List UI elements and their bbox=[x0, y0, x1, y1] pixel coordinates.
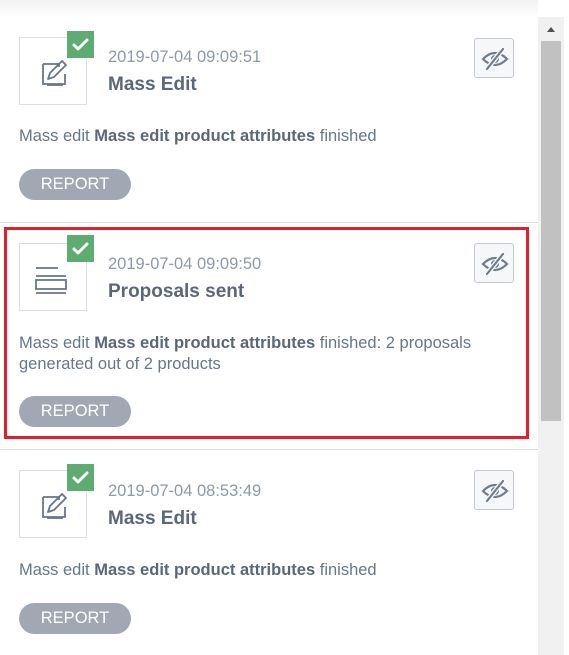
report-button[interactable]: REPORT bbox=[19, 603, 131, 634]
notification-item: 2019-07-04 09:09:50 Proposals sent Mass … bbox=[0, 222, 538, 449]
notification-timestamp: 2019-07-04 08:53:49 bbox=[108, 482, 262, 500]
notification-title: Mass Edit bbox=[108, 74, 197, 95]
notification-title: Mass Edit bbox=[108, 508, 197, 529]
notification-message: Mass edit Mass edit product attributes f… bbox=[19, 127, 377, 145]
mark-read-button[interactable] bbox=[474, 243, 514, 283]
scrollbar-thumb[interactable] bbox=[541, 41, 561, 421]
report-button[interactable]: REPORT bbox=[19, 396, 131, 427]
checkmark-icon bbox=[67, 464, 94, 491]
mark-read-button[interactable] bbox=[474, 470, 514, 510]
panel-top-shadow bbox=[0, 0, 538, 17]
window-edge bbox=[564, 17, 569, 655]
checkmark-icon bbox=[67, 31, 94, 58]
notification-item: 2019-07-04 08:53:49 Mass Edit Mass edit … bbox=[0, 449, 538, 655]
notification-message: Mass edit Mass edit product attributes f… bbox=[19, 561, 377, 579]
report-button[interactable]: REPORT bbox=[19, 169, 131, 200]
mark-read-button[interactable] bbox=[474, 38, 514, 78]
scroll-up-arrow-icon[interactable] bbox=[538, 17, 564, 41]
eye-slash-icon bbox=[481, 252, 509, 276]
notification-timestamp: 2019-07-04 09:09:50 bbox=[108, 255, 262, 273]
scrollbar[interactable] bbox=[538, 17, 564, 655]
notification-list: 2019-07-04 09:09:51 Mass Edit Mass edit … bbox=[0, 17, 538, 655]
notification-title: Proposals sent bbox=[108, 281, 245, 302]
notification-message: Mass edit Mass edit product attributes f… bbox=[19, 334, 472, 373]
eye-slash-icon bbox=[481, 47, 509, 71]
checkmark-icon bbox=[67, 235, 94, 262]
eye-slash-icon bbox=[481, 479, 509, 503]
notification-timestamp: 2019-07-04 09:09:51 bbox=[108, 48, 262, 66]
notification-item: 2019-07-04 09:09:51 Mass Edit Mass edit … bbox=[0, 17, 538, 222]
